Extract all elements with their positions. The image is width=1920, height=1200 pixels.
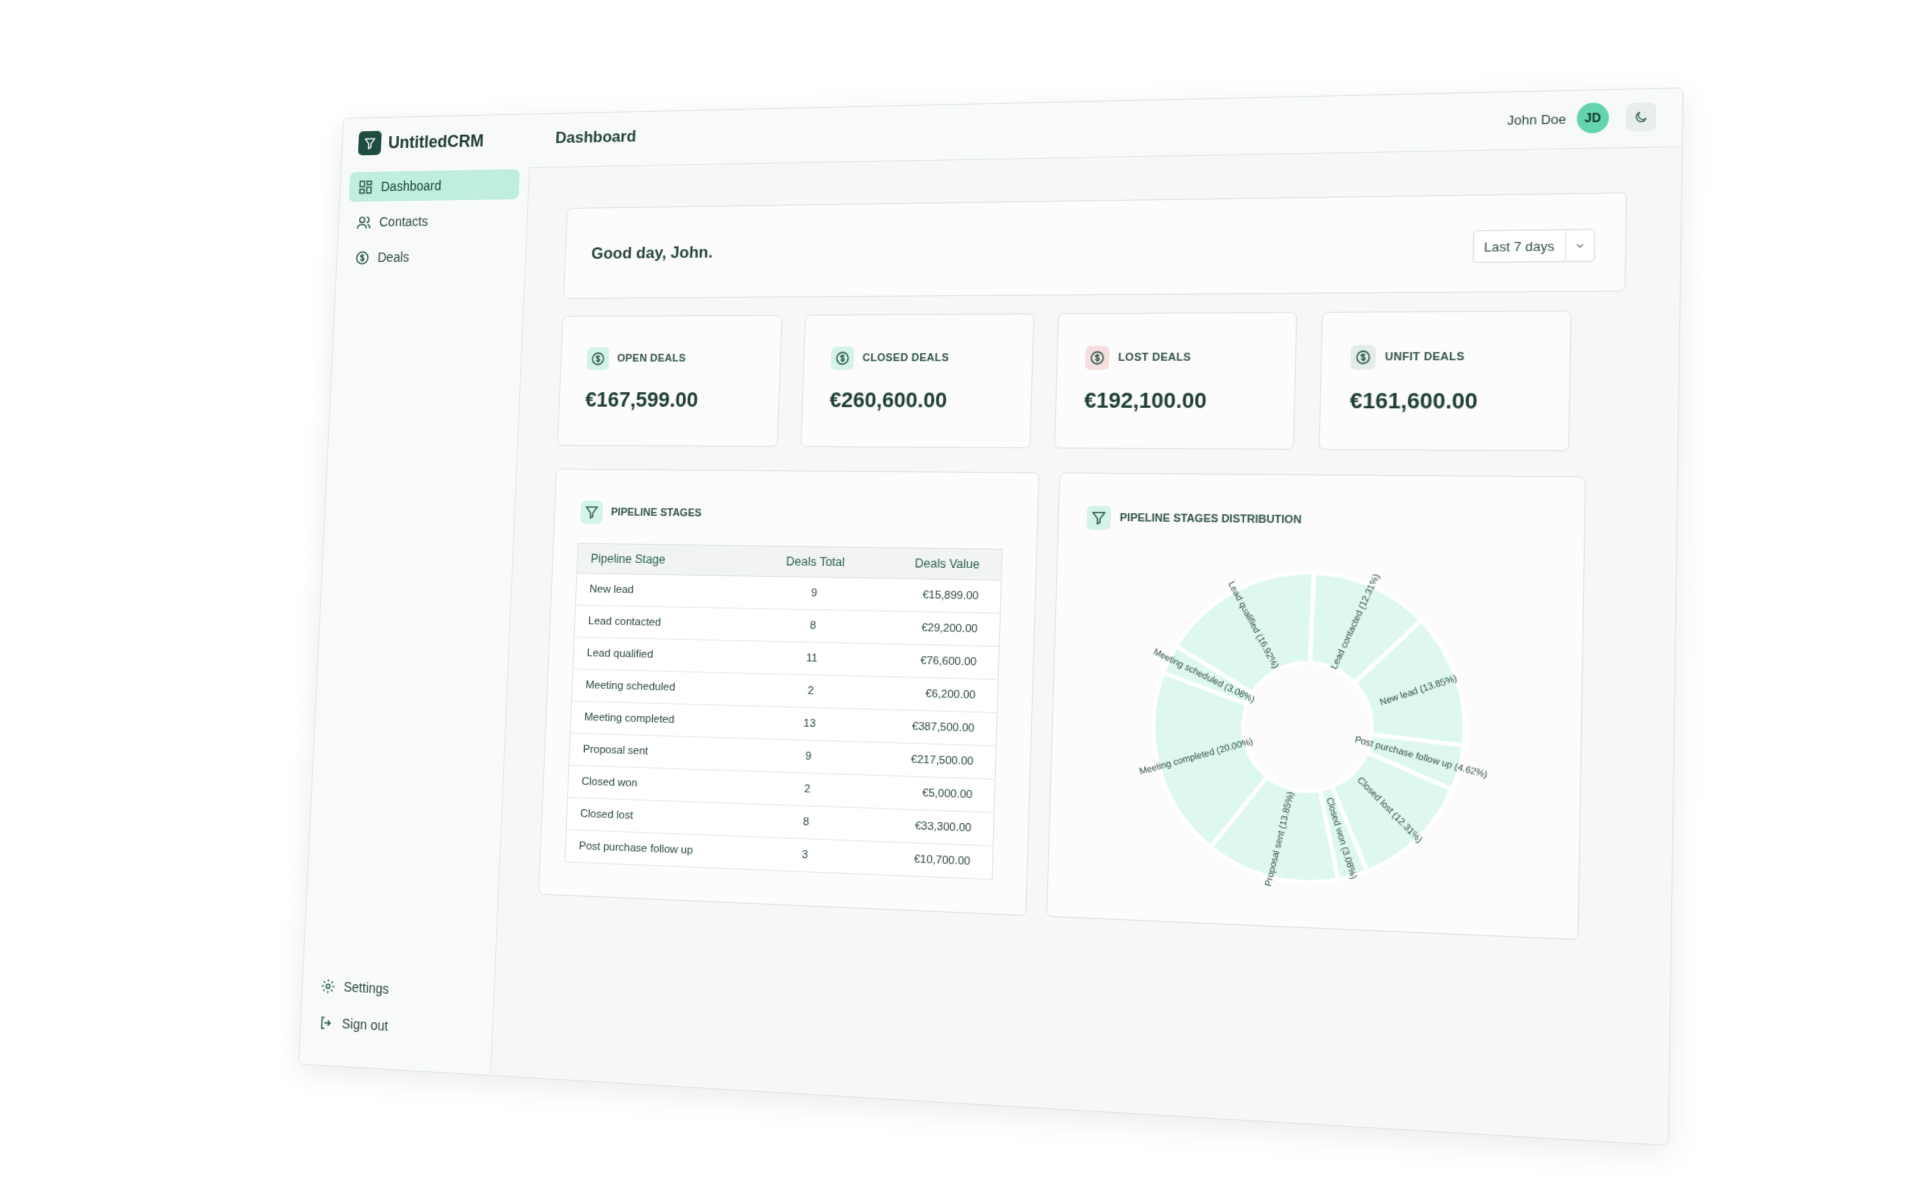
value-cell: €6,200.00: [866, 676, 998, 712]
sidebar-item-dashboard[interactable]: Dashboard: [349, 169, 520, 202]
dashboard-icon: [358, 179, 374, 195]
sidebar-item-sign-out[interactable]: Sign out: [309, 1006, 483, 1047]
stat-label: LOST DEALS: [1118, 352, 1191, 364]
total-cell: 13: [753, 706, 866, 742]
stat-card-lost-deals: LOST DEALS €192,100.00: [1054, 312, 1297, 450]
stat-value: €161,600.00: [1349, 388, 1478, 415]
sidebar-bottom: Settings Sign out: [309, 969, 485, 1052]
value-cell: €387,500.00: [865, 709, 997, 746]
stat-card-unfit-deals: UNFIT DEALS €161,600.00: [1319, 310, 1572, 451]
column-header[interactable]: Pipeline Stage: [577, 543, 761, 576]
stage-cell: Meeting scheduled: [572, 669, 756, 706]
sidebar-item-label: Contacts: [379, 214, 428, 230]
greeting-card: Good day, John. Last 7 days: [563, 192, 1627, 299]
sidebar-item-label: Dashboard: [381, 178, 442, 194]
sidebar-nav: Dashboard Contacts Deals: [345, 169, 520, 278]
stage-cell: Post purchase follow up: [565, 830, 750, 870]
value-cell: €29,200.00: [868, 611, 1000, 647]
stat-card-open-deals: OPEN DEALS €167,599.00: [557, 315, 782, 447]
sign-out-icon: [318, 1014, 334, 1031]
greeting-text: Good day, John.: [591, 243, 713, 263]
dollar-circle-icon: [355, 249, 371, 265]
sidebar-item-deals[interactable]: Deals: [345, 241, 516, 273]
total-cell: 9: [752, 739, 865, 775]
stat-value: €260,600.00: [829, 388, 947, 414]
total-cell: 3: [749, 837, 862, 874]
sidebar-item-settings[interactable]: Settings: [311, 969, 485, 1009]
stat-label: UNFIT DEALS: [1385, 351, 1465, 363]
value-cell: €10,700.00: [861, 841, 993, 879]
value-cell: €217,500.00: [864, 742, 996, 779]
dollar-circle-icon: [1350, 345, 1375, 369]
stage-cell: Lead contacted: [574, 605, 758, 641]
dollar-circle-icon: [1085, 346, 1110, 370]
value-cell: €33,300.00: [862, 808, 994, 846]
moon-icon: [1633, 110, 1648, 125]
donut-chart: Lead contacted (12.31%)New lead (13.85%)…: [1088, 544, 1532, 918]
user-name: John Doe: [1507, 111, 1566, 127]
stat-label: CLOSED DEALS: [862, 352, 949, 364]
gear-icon: [320, 977, 336, 994]
user-menu[interactable]: John Doe JD: [1507, 101, 1656, 135]
date-range-value: Last 7 days: [1473, 238, 1565, 254]
stat-label: OPEN DEALS: [617, 353, 686, 365]
date-range-select[interactable]: Last 7 days: [1472, 229, 1595, 263]
column-header[interactable]: Deals Value: [871, 547, 1002, 580]
stat-card-closed-deals: CLOSED DEALS €260,600.00: [800, 313, 1034, 448]
sidebar-item-label: Deals: [377, 249, 409, 264]
stage-cell: Lead qualified: [573, 637, 757, 673]
total-cell: 8: [757, 609, 870, 644]
total-cell: 2: [751, 771, 864, 808]
dollar-circle-icon: [831, 347, 855, 370]
section-title: PIPELINE STAGES DISTRIBUTION: [1120, 512, 1302, 526]
value-cell: €15,899.00: [870, 578, 1002, 613]
pipeline-stages-card: PIPELINE STAGES Pipeline Stage Deals Tot…: [538, 469, 1039, 916]
users-icon: [356, 214, 372, 230]
logo-icon: [358, 131, 382, 156]
total-cell: 11: [756, 641, 869, 676]
app-window: UntitledCRM Dashboard Contacts Deals Set…: [298, 87, 1683, 1146]
page-title: Dashboard: [555, 127, 636, 148]
avatar[interactable]: JD: [1577, 102, 1610, 133]
stat-value: €167,599.00: [585, 387, 699, 412]
sidebar-item-contacts[interactable]: Contacts: [347, 205, 518, 237]
pipeline-table: Pipeline Stage Deals Total Deals Value N…: [564, 543, 1002, 880]
column-header[interactable]: Deals Total: [759, 546, 871, 578]
theme-toggle-button[interactable]: [1626, 102, 1657, 131]
filter-icon: [580, 501, 603, 524]
sidebar-item-label: Settings: [343, 979, 389, 997]
total-cell: 2: [755, 673, 868, 709]
filter-icon: [1086, 506, 1111, 530]
value-cell: €76,600.00: [867, 643, 999, 679]
total-cell: 8: [750, 804, 863, 841]
main-content: Good day, John. Last 7 days OPEN DEALS €…: [490, 146, 1682, 1145]
logo-text: UntitledCRM: [388, 131, 484, 153]
total-cell: 9: [758, 576, 871, 610]
logo[interactable]: UntitledCRM: [358, 129, 484, 156]
section-title: PIPELINE STAGES: [611, 507, 702, 520]
value-cell: €5,000.00: [863, 775, 995, 813]
stat-value: €192,100.00: [1084, 388, 1207, 414]
sidebar-item-label: Sign out: [342, 1016, 389, 1034]
stage-cell: New lead: [576, 573, 760, 608]
dollar-circle-icon: [587, 347, 610, 370]
chevron-down-icon: [1565, 230, 1594, 261]
distribution-card: PIPELINE STAGES DISTRIBUTION Lead contac…: [1046, 472, 1586, 940]
